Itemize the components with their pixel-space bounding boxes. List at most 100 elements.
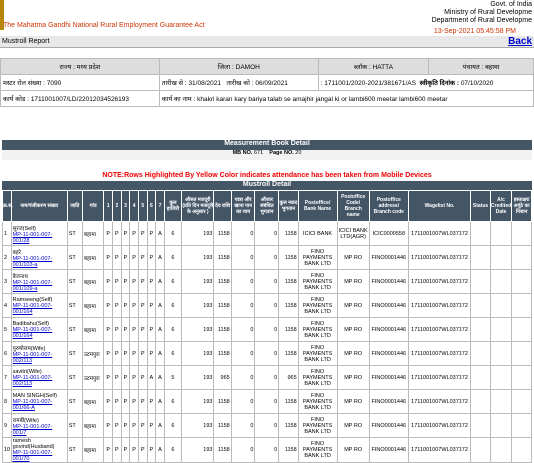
table-cell: FINO PAYMENTS BANK LTD <box>297 269 338 294</box>
column-header: जाति <box>66 190 83 222</box>
table-cell: P <box>129 245 139 270</box>
table-cell: 1158 <box>278 341 299 366</box>
worker-name-cell: पुरुषोत्तम(Wife) MP-11-001-007-002/113 <box>10 341 68 366</box>
registration-link[interactable]: MP-11-001-007-002/113 <box>13 375 53 387</box>
table-cell: P <box>129 437 139 463</box>
table-cell: FINO0001446 <box>368 413 409 438</box>
table-cell: MP RO <box>336 245 370 270</box>
table-cell: P <box>120 317 131 342</box>
table-cell: 1711001007WL037172 <box>407 437 472 463</box>
registration-link[interactable]: MP-11-001-007-001/7 <box>13 424 53 436</box>
table-cell: 0 <box>230 389 256 414</box>
table-cell: बहामा <box>81 317 105 342</box>
table-cell: 1158 <box>213 269 232 294</box>
table-cell <box>470 413 491 438</box>
table-cell: FINO0001446 <box>368 317 409 342</box>
table-cell: ICICI BANK <box>297 221 338 246</box>
table-cell <box>489 341 513 366</box>
table-row: 2 बहरे MP-11-001-007-001/103-a ST बहामा P P P P P… <box>2 245 532 270</box>
table-cell: A <box>155 293 165 318</box>
registration-link[interactable]: MP-11-001-007-001/103-a <box>13 256 53 268</box>
table-row: 4 Ramseeng(Self) MP-11-001-007-001/164 ST बह… <box>2 293 532 318</box>
table-cell: FINO0001446 <box>368 245 409 270</box>
work-name: कार्य का नाम : khakri karan kary bariya … <box>158 90 534 107</box>
registration-link[interactable]: MP-11-001-007-001/109-a <box>13 280 53 292</box>
table-cell: ST <box>66 245 83 270</box>
registration-link[interactable]: MP-11-001-007-001/164 <box>13 327 53 339</box>
table-cell: P <box>112 293 122 318</box>
column-header: देय राशि <box>213 190 232 222</box>
table-cell: ST <box>66 293 83 318</box>
table-cell: ST <box>66 269 83 294</box>
mb-section-title: Measurement Book Detail <box>2 140 532 150</box>
worker-name-cell: MAN SINGH(Self) MP-11-001-007-001/66-A <box>10 389 68 414</box>
table-cell: MP RO <box>336 317 370 342</box>
table-cell: P <box>129 389 139 414</box>
table-cell <box>489 437 513 463</box>
worker-name-cell: बहरे MP-11-001-007-001/103-a <box>10 245 68 270</box>
table-cell: 193 <box>181 437 215 463</box>
table-cell: 1 <box>2 221 12 246</box>
table-cell: 1158 <box>278 413 299 438</box>
worker-name: सुरज(Self) <box>12 225 36 232</box>
table-cell <box>511 293 532 318</box>
table-cell: P <box>137 269 148 294</box>
table-cell: P <box>137 341 148 366</box>
column-header: 6 <box>146 190 157 222</box>
table-cell: P <box>120 413 131 438</box>
back-link[interactable]: Back <box>508 36 532 47</box>
table-cell: 0 <box>230 221 256 246</box>
table-cell <box>511 365 532 390</box>
table-cell: P <box>112 389 122 414</box>
table-cell <box>489 365 513 390</box>
column-header: 7 <box>155 190 165 222</box>
table-cell <box>470 341 491 366</box>
table-cell: 7 <box>2 365 12 390</box>
table-cell <box>489 293 513 318</box>
registration-link[interactable]: MP-11-001-007-001/28 <box>13 232 53 244</box>
table-cell: P <box>146 221 157 246</box>
registration-link[interactable]: MP-11-001-007-002/113 <box>13 352 53 364</box>
table-cell: 4 <box>2 293 12 318</box>
table-cell: 0 <box>230 317 256 342</box>
column-header: 5 <box>137 190 148 222</box>
table-cell: 1711001007WL037172 <box>407 293 472 318</box>
table-row: 6 पुरुषोत्तम(Wife) MP-11-001-007-002/113 ST… <box>2 341 532 366</box>
table-cell: A <box>155 269 165 294</box>
table-cell: P <box>129 365 139 390</box>
table-cell: 0 <box>254 389 280 414</box>
gov-line-1: Govt. of India <box>490 1 532 8</box>
table-cell: FINO PAYMENTS BANK LTD <box>297 437 338 463</box>
table-cell: बहामा <box>81 269 105 294</box>
table-cell: बहामा <box>81 437 105 463</box>
table-cell <box>511 341 532 366</box>
table-cell: 193 <box>181 245 215 270</box>
table-cell <box>470 293 491 318</box>
registration-link[interactable]: MP-11-001-007-001/66-A <box>13 399 53 411</box>
mustroll-section-title: Mustroll Detail <box>2 181 532 190</box>
column-header: कुल नकद भुगतान <box>278 190 299 222</box>
table-cell: P <box>146 269 157 294</box>
table-cell <box>511 269 532 294</box>
table-cell: 6 <box>2 341 12 366</box>
table-cell: P <box>146 317 157 342</box>
table-cell <box>470 245 491 270</box>
table-cell: 1711001007WL037172 <box>407 221 472 246</box>
worker-name-cell: ramesh govind(Husband) MP-11-001-007-001/… <box>10 437 68 463</box>
table-cell: बहामा <box>81 293 105 318</box>
table-cell <box>489 269 513 294</box>
table-cell: 6 <box>163 317 183 342</box>
table-cell: 0 <box>254 365 280 390</box>
registration-link[interactable]: MP-11-001-007-001/70 <box>13 450 53 462</box>
registration-link[interactable]: MP-11-001-007-001/164 <box>13 303 53 315</box>
table-cell: 1158 <box>278 245 299 270</box>
column-header: यात्रा और खाना पान का व्यय <box>230 190 256 222</box>
timestamp: 13-Sep-2021 05:45:58 PM <box>433 28 516 35</box>
table-cell: FINO0001446 <box>368 437 409 463</box>
column-header: नाम/पंजीकरण संख्या <box>10 190 68 222</box>
column-header: A/c Credited Date <box>489 190 513 222</box>
worker-name: बहरे <box>12 249 21 256</box>
table-cell: 1158 <box>278 269 299 294</box>
column-header: Postoffice address/ Branch code <box>368 190 409 222</box>
table-cell: P <box>146 341 157 366</box>
